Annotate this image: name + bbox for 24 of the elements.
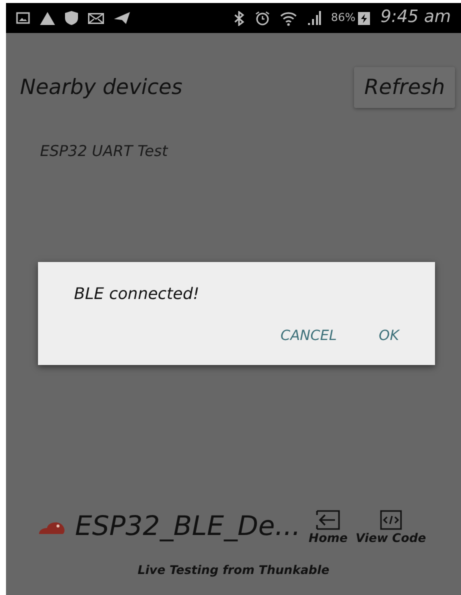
dialog-message: BLE connected! [73,283,200,305]
bluetooth-icon [232,10,245,26]
warning-icon [40,12,55,24]
battery-percent: 86% [330,10,356,26]
arrow-left-box-icon [315,510,342,530]
home-button[interactable]: Home [308,510,348,544]
screen-title: Nearby devices [20,74,182,101]
mail-icon [88,12,104,24]
refresh-button[interactable]: Refresh [354,67,455,108]
project-name: ESP32_BLE_De... [75,510,301,544]
signal-icon [306,11,321,25]
alarm-icon [254,10,270,26]
battery-charging-icon [358,11,370,25]
device-list-item[interactable]: ESP32 UART Test [40,138,461,164]
clock-time: 9:45 am [380,6,451,30]
dialog-button[interactable]: CANCEL [268,326,349,347]
footer-text: Live Testing from Thunkable [136,562,330,579]
code-icon [380,510,402,530]
send-icon [114,12,130,24]
image-icon [16,12,30,24]
shield-icon [65,11,78,25]
code-button[interactable]: View Code [356,510,426,544]
wifi-icon [280,10,297,26]
dialog-button[interactable]: OK [366,326,411,347]
